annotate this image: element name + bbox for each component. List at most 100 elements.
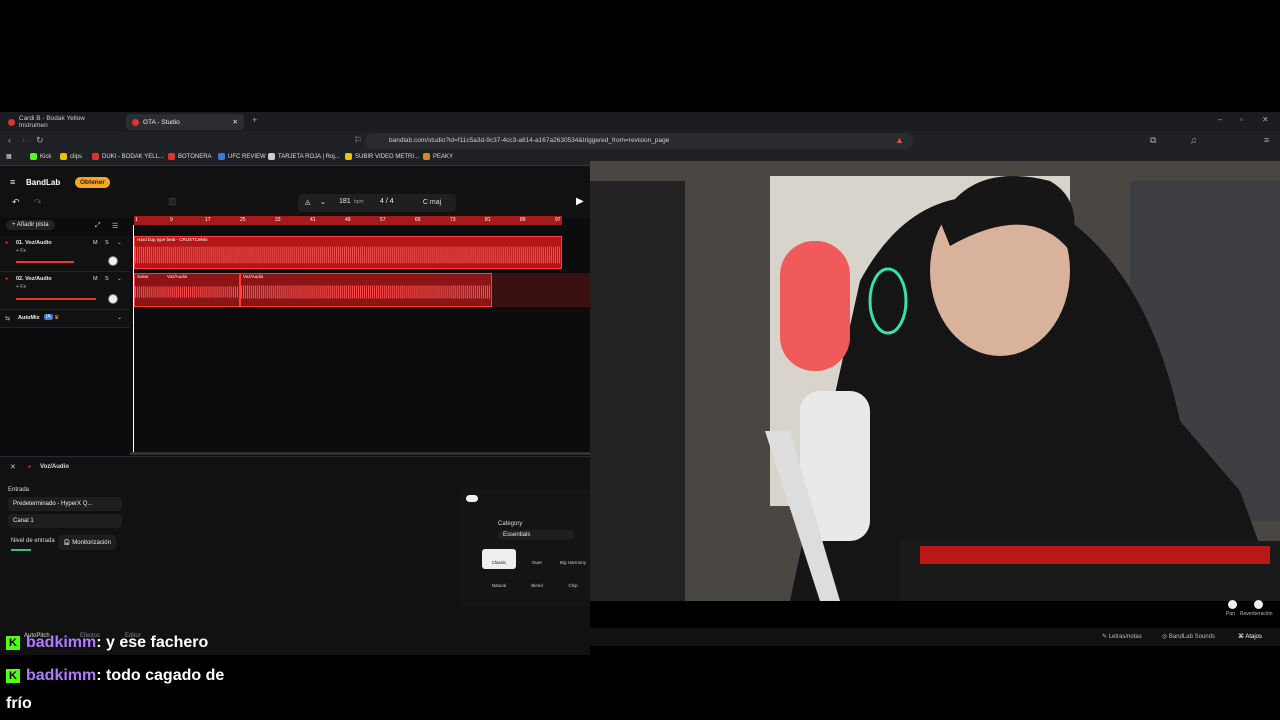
pan-knob[interactable]	[1228, 600, 1237, 609]
region-beat[interactable]: Hard bop type beat - CRUSTCelebi	[134, 236, 562, 269]
redo-icon[interactable]: ↷	[34, 197, 42, 208]
mute-button[interactable]: M	[93, 240, 98, 246]
youtube-icon	[92, 153, 99, 160]
preset-duet[interactable]: Duet	[520, 549, 554, 569]
bookmark-duki[interactable]: DUKI - BODAK YELL...	[92, 153, 164, 160]
timeline-ruler[interactable]: 1 9 17 25 33 41 49 57 65 73 81 89 97	[134, 216, 562, 225]
volume-slider[interactable]	[16, 261, 74, 263]
preset-blend[interactable]: Blend	[520, 572, 554, 592]
region-soloe[interactable]: Soloe Voz/Audio	[134, 273, 240, 307]
chevron-down-icon[interactable]: ⌄	[320, 198, 326, 206]
bookmark-clips[interactable]: clips	[60, 153, 82, 160]
waveform	[135, 246, 561, 264]
solo-button[interactable]: S	[105, 240, 109, 246]
studio-topbar: ≡ BandLab Obtener ↶ ↷ ▥ ◬ ⌄ 181 bpm 4 / …	[0, 166, 590, 218]
minimize-icon[interactable]: –	[1218, 115, 1222, 124]
undo-icon[interactable]: ↶	[12, 197, 20, 208]
input-device-select[interactable]: Predeterminado - HyperX Q...	[8, 497, 122, 511]
mic-icon: ●	[28, 464, 32, 470]
chat-message-continued: frío	[6, 695, 32, 712]
preset-classic[interactable]: Classic	[482, 549, 516, 569]
add-fx-button[interactable]: + Fx	[16, 284, 26, 290]
back-icon[interactable]: ‹	[8, 135, 11, 145]
preset-natural[interactable]: Natural	[482, 572, 516, 592]
bandlab-icon	[132, 118, 139, 126]
expand-icon[interactable]: ⤢	[95, 222, 101, 230]
monitor-button[interactable]: 🎧︎ Monitorización	[58, 535, 116, 550]
mixer-icon[interactable]: ▥	[168, 196, 177, 207]
add-track-button[interactable]: + Añadir pista	[6, 220, 55, 230]
apps-icon[interactable]: ▦	[6, 153, 12, 160]
bookmark-kick[interactable]: Kick	[30, 153, 51, 160]
mute-button[interactable]: M	[93, 276, 98, 282]
bpm-unit: bpm	[354, 199, 364, 205]
metronome-icon[interactable]: ◬	[305, 198, 310, 206]
chat-message: Kbadkimm: todo cagado de	[6, 667, 224, 685]
tab-gta-studio[interactable]: GTA - Studio ✕	[126, 114, 244, 130]
category-select[interactable]: Essentials	[498, 530, 574, 540]
horizontal-scrollbar[interactable]	[130, 452, 590, 455]
crown-icon: ♛	[54, 315, 60, 321]
forward-icon[interactable]: ›	[22, 135, 25, 145]
preset-chip[interactable]: Chip	[556, 572, 590, 592]
bookmark-tarjeta[interactable]: TARJETA ROJA | Roj...	[268, 153, 340, 160]
play-icon[interactable]: ▶	[576, 196, 584, 207]
autopitch-panel: Category Essentials Classic Duet Big Har…	[460, 489, 590, 607]
stream-chat-overlay: Kbadkimm: y ese fachero Kbadkimm: todo c…	[0, 630, 1280, 720]
pan-knob[interactable]	[108, 294, 118, 304]
pan-knob[interactable]	[108, 256, 118, 266]
playhead[interactable]	[133, 225, 134, 455]
key-button[interactable]: C maj	[410, 194, 454, 212]
record-arm-icon[interactable]: ●	[5, 240, 8, 246]
hamburger-icon[interactable]: ≡	[10, 177, 15, 187]
chevron-down-icon[interactable]: ⌄	[117, 314, 122, 321]
bookmark-peaky[interactable]: PEAKY	[423, 153, 453, 160]
record-arm-icon[interactable]: ●	[5, 276, 8, 282]
bpm-value[interactable]: 181	[339, 198, 351, 205]
volume-slider[interactable]	[16, 298, 96, 300]
add-fx-button[interactable]: + Fx	[16, 248, 26, 254]
tab-cardi-b[interactable]: Cardi B - Bodak Yellow Instrumen	[2, 114, 120, 130]
reload-icon[interactable]: ↻	[36, 135, 44, 146]
chevron-down-icon[interactable]: ⌄	[117, 276, 122, 282]
chat-message: Kbadkimm: y ese fachero	[6, 634, 208, 652]
list-icon[interactable]: ☰	[112, 222, 118, 230]
extensions-icon[interactable]: ⧉	[1150, 135, 1156, 146]
youtube-icon	[8, 118, 15, 126]
brave-shield-icon[interactable]: ▲	[895, 135, 904, 145]
page-icon	[268, 153, 275, 160]
channel-select[interactable]: Canal 1	[8, 514, 122, 528]
region-voz[interactable]: Voz/Audio	[240, 273, 492, 307]
bookmark-icon[interactable]: ⚐	[354, 135, 362, 146]
bookmark-botonera[interactable]: BOTONERA	[168, 153, 212, 160]
automix-icon: ⇆	[5, 316, 11, 322]
automix-row[interactable]: ⇆ AutoMix IA ♛ ⌄	[0, 310, 130, 328]
input-level-meter	[11, 549, 31, 551]
kick-badge-icon: K	[6, 636, 20, 650]
bookmark-subir[interactable]: SUBIR VIDEO METRI...	[345, 153, 419, 160]
panel-title: Voz/Audio	[40, 464, 69, 470]
bookmark-ufc[interactable]: UFC REVIEW	[218, 153, 266, 160]
browser-tab-bar: Cardi B - Bodak Yellow Instrumen GTA - S…	[0, 112, 1280, 131]
reverb-knob[interactable]	[1254, 600, 1263, 609]
obtener-button[interactable]: Obtener	[75, 177, 110, 188]
music-icon[interactable]: ♫	[1190, 135, 1197, 145]
new-tab-icon[interactable]: +	[252, 115, 257, 125]
chevron-down-icon[interactable]: ⌄	[117, 240, 122, 246]
close-tab-icon[interactable]: ✕	[233, 118, 238, 126]
preset-big-harmony[interactable]: Big Harmony	[556, 549, 590, 569]
time-signature[interactable]: 4 / 4	[380, 198, 394, 205]
fx-toggle[interactable]	[466, 495, 478, 502]
menu-icon[interactable]: ≡	[1264, 135, 1269, 145]
track-header-2[interactable]: ● 02. Voz/Audio + Fx M S ⌄	[0, 272, 130, 310]
solo-button[interactable]: S	[105, 276, 109, 282]
track-header-1[interactable]: ● 01. Voz/Audio + Fx M S ⌄	[0, 236, 130, 272]
track-settings-panel: ✕ ● Voz/Audio Entrada Predeterminado - H…	[0, 456, 590, 655]
maximize-icon[interactable]: ▫	[1240, 115, 1243, 124]
url-field[interactable]: bandlab.com/studio?id=f11c5a3d-9c37-4cc3…	[365, 133, 913, 149]
kick-icon	[30, 153, 37, 160]
address-bar-row: ‹ › ↻ ⚐ bandlab.com/studio?id=f11c5a3d-9…	[0, 131, 1280, 151]
botonera-icon	[168, 153, 175, 160]
close-window-icon[interactable]: ✕	[1262, 115, 1269, 124]
close-icon[interactable]: ✕	[10, 463, 16, 471]
